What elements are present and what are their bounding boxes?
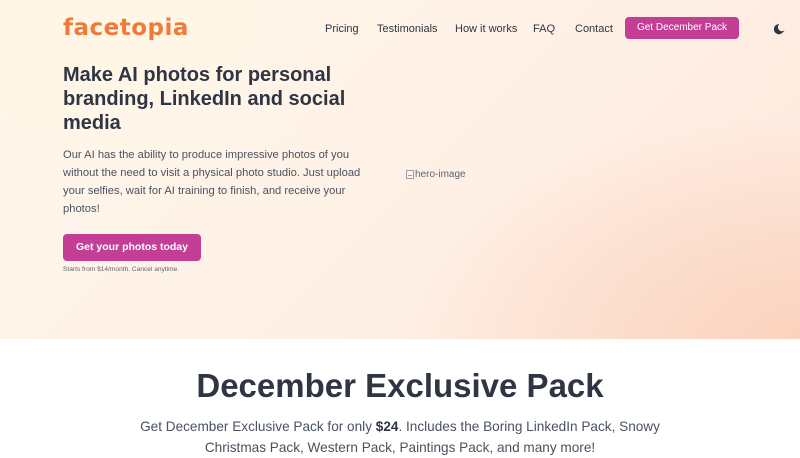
december-desc-before: Get December Exclusive Pack for only [140, 419, 376, 434]
hero-image-alt: hero-image [415, 168, 466, 180]
hero-description: Our AI has the ability to produce impres… [63, 149, 361, 215]
december-pack-description: Get December Exclusive Pack for only $24… [130, 416, 670, 458]
nav-link-faq[interactable]: FAQ [533, 22, 555, 36]
get-photos-button[interactable]: Get your photos today [63, 234, 201, 261]
get-december-pack-button[interactable]: Get December Pack [625, 17, 739, 39]
december-price: $24 [375, 419, 399, 434]
nav-link-contact[interactable]: Contact [575, 22, 613, 36]
moon-icon[interactable] [773, 22, 786, 35]
hero-image: hero-image [406, 167, 466, 181]
pricing-note: Starts from $14/month. Cancel anytime. [63, 266, 180, 273]
broken-image-icon [406, 169, 414, 179]
hero-title: Make AI photos for personal branding, Li… [63, 64, 346, 134]
nav-link-how-it-works[interactable]: How it works [455, 22, 517, 36]
nav-link-pricing[interactable]: Pricing [325, 22, 359, 36]
december-pack-title: December Exclusive Pack [196, 367, 604, 404]
nav-link-testimonials[interactable]: Testimonials [377, 22, 438, 36]
